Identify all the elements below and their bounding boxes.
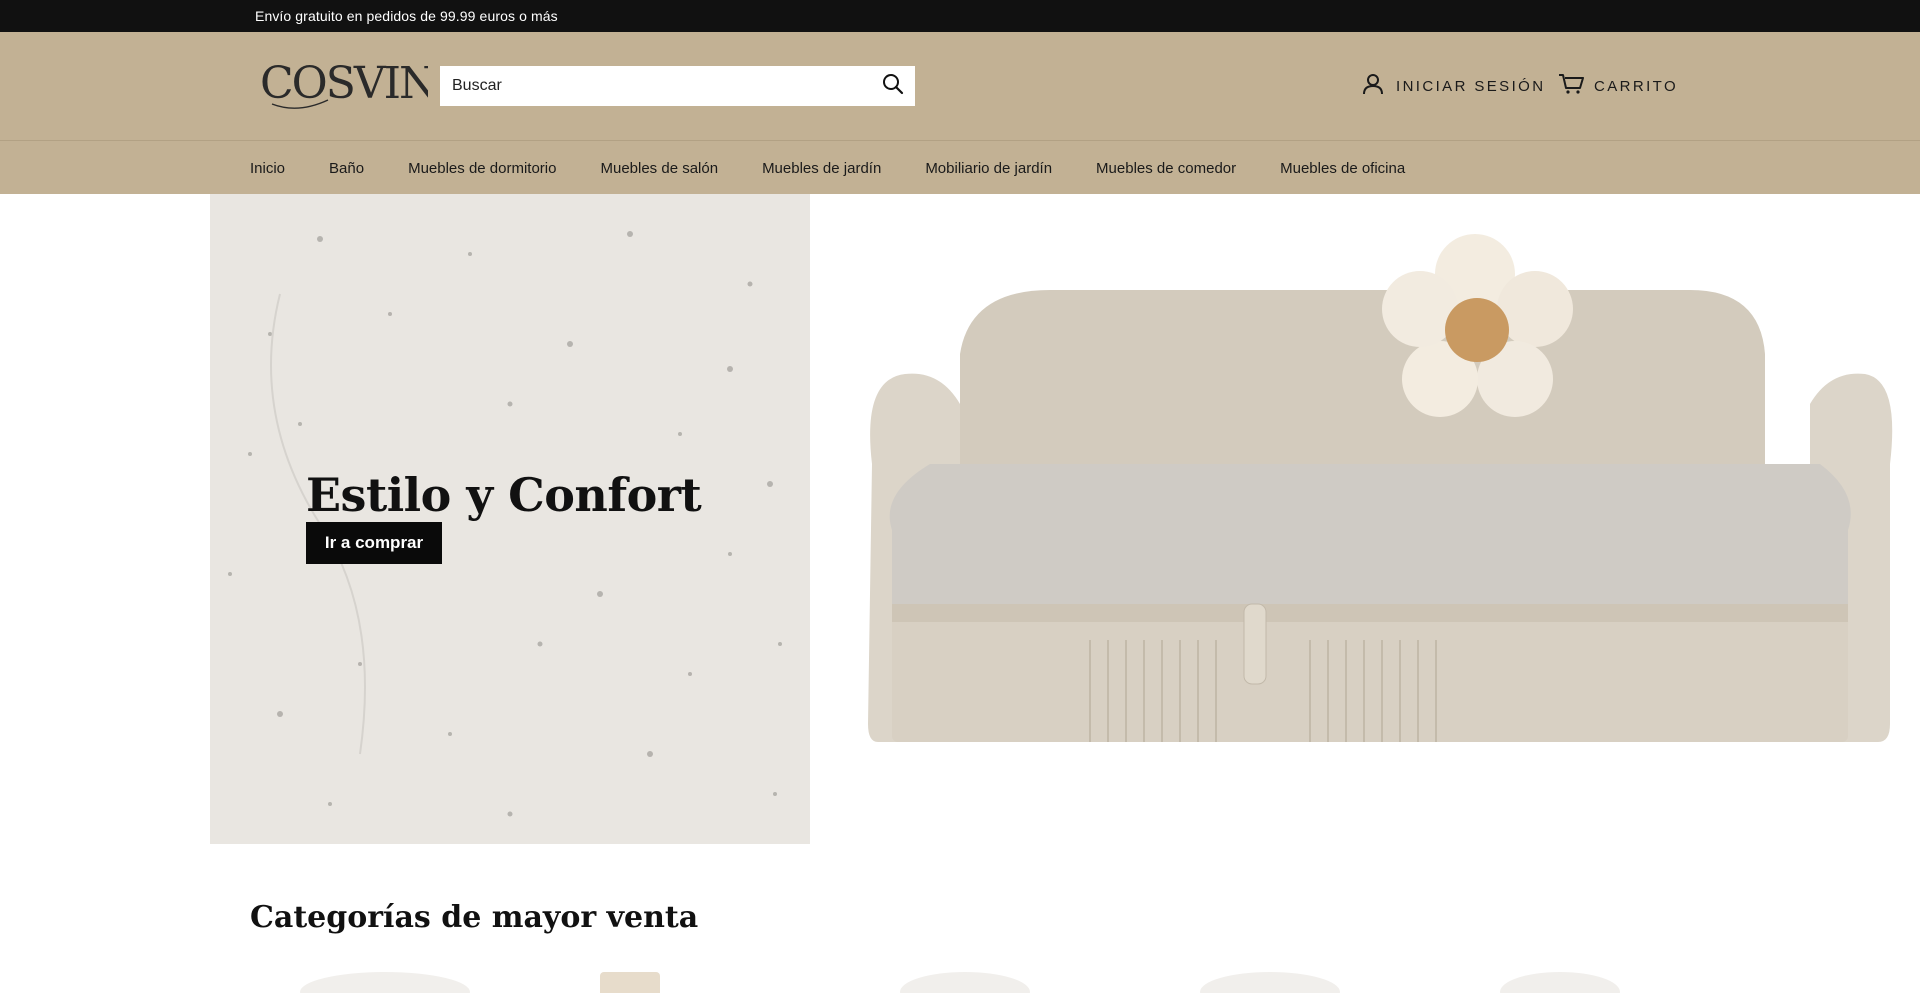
hero-text-panel: Estilo y Confort Ir a comprar (210, 194, 810, 844)
nav-item-jardin[interactable]: Muebles de jardín (762, 160, 881, 177)
hero-image-panel (810, 194, 1920, 844)
hero-title: Estilo y Confort (306, 468, 702, 522)
sofa-bed-image (868, 234, 1893, 742)
category-image[interactable] (900, 972, 1030, 993)
nav-item-dormitorio[interactable]: Muebles de dormitorio (408, 160, 556, 177)
shop-now-button[interactable]: Ir a comprar (306, 522, 442, 564)
nav-item-mobiliario-jardin[interactable]: Mobiliario de jardín (925, 160, 1052, 177)
nav-item-salon[interactable]: Muebles de salón (600, 160, 718, 177)
search-button[interactable] (871, 66, 915, 106)
login-label: INICIAR SESIÓN (1396, 77, 1546, 95)
nav-item-comedor[interactable]: Muebles de comedor (1096, 160, 1236, 177)
nav-item-oficina[interactable]: Muebles de oficina (1280, 160, 1405, 177)
search-box (440, 66, 915, 106)
nav-item-bano[interactable]: Baño (329, 160, 364, 177)
cart-link[interactable]: CARRITO (1558, 73, 1679, 100)
search-icon (882, 73, 904, 100)
cart-icon (1558, 73, 1584, 100)
search-input[interactable] (440, 66, 870, 106)
cart-label: CARRITO (1594, 77, 1679, 95)
logo[interactable]: COSVINI (258, 56, 453, 112)
login-link[interactable]: INICIAR SESIÓN (1362, 73, 1546, 100)
logo-text: COSVINI (260, 58, 428, 109)
announcement-text: Envío gratuito en pedidos de 99.99 euros… (255, 8, 558, 24)
nav-list: Inicio Baño Muebles de dormitorio Mueble… (250, 141, 1405, 195)
category-image[interactable] (600, 972, 660, 993)
site-header: COSVINI INICIAR SESIÓN (0, 32, 1920, 140)
nav-item-inicio[interactable]: Inicio (250, 160, 285, 177)
category-image[interactable] (1500, 972, 1620, 993)
user-icon (1362, 73, 1384, 100)
top-categories-title: Categorías de mayor venta (250, 900, 699, 935)
category-image[interactable] (1200, 972, 1340, 993)
category-image[interactable] (300, 972, 470, 993)
announcement-bar: Envío gratuito en pedidos de 99.99 euros… (0, 0, 1920, 32)
main-nav: Inicio Baño Muebles de dormitorio Mueble… (0, 140, 1920, 194)
